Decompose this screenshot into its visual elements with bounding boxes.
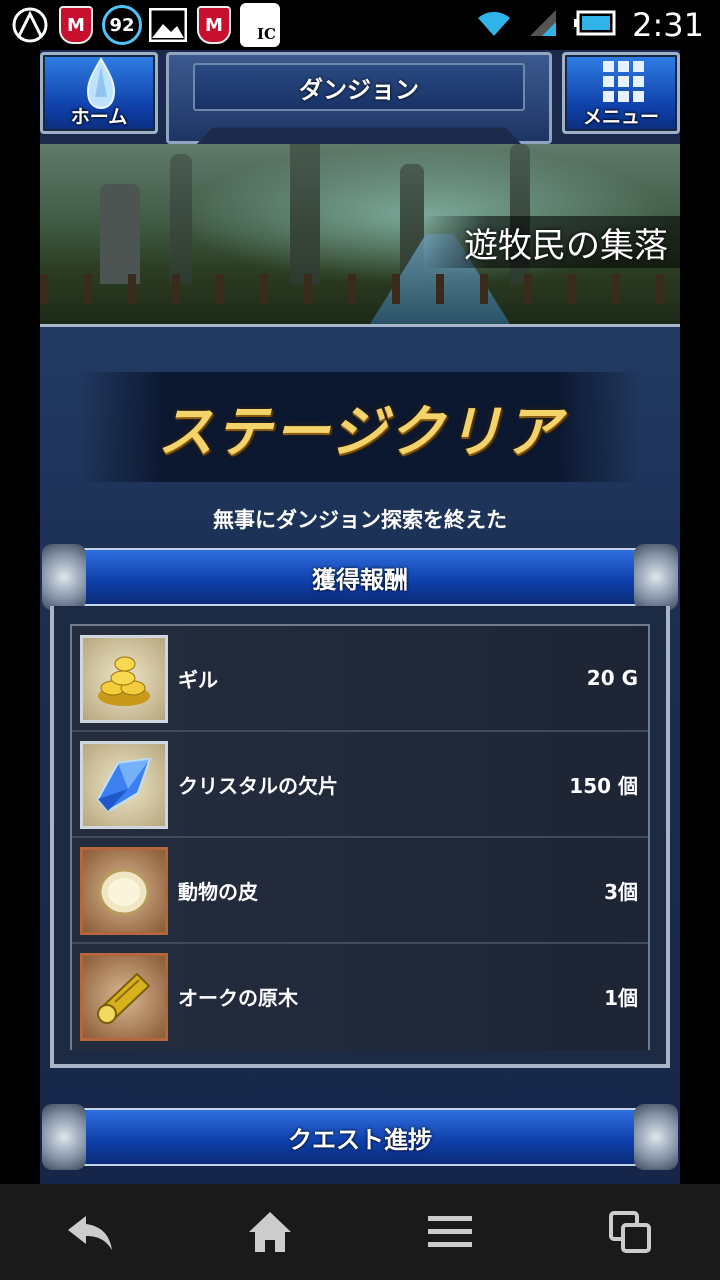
ornament-icon [634, 544, 678, 610]
reward-item-hide: 動物の皮 3個 [72, 838, 648, 944]
security-app-icon: M [56, 5, 96, 45]
battery-icon [574, 10, 616, 40]
ornament-icon [42, 544, 86, 610]
menu-button[interactable]: メニュー [562, 52, 680, 134]
home-icon [249, 1212, 291, 1252]
page-title: ダンジョン [193, 63, 525, 111]
letterbox-left [0, 50, 40, 1184]
game-screen: 遊牧民の集落 ホーム ダンジョン メニュー ステージクリア 無事にダンジョン探索… [40, 50, 680, 1184]
reward-quantity: 3個 [604, 879, 638, 904]
clock: 2:31 [632, 6, 704, 44]
hamburger-icon [428, 1216, 472, 1247]
app-logo-icon [10, 5, 50, 45]
quest-progress-header: クエスト進捗 [42, 1104, 678, 1170]
home-button[interactable]: ホーム [40, 52, 158, 134]
quest-header-label: クエスト進捗 [288, 1125, 432, 1154]
reward-name: オークの原木 [178, 985, 298, 1010]
clear-message: 無事にダンジョン探索を終えた [213, 508, 507, 532]
location-name: 遊牧民の集落 [424, 216, 680, 268]
recent-apps-button[interactable] [590, 1192, 670, 1272]
navigation-bar [0, 1184, 720, 1280]
reward-quantity: 1個 [604, 985, 638, 1010]
menu-nav-button[interactable] [410, 1192, 490, 1272]
battery-percent-icon: 92 [102, 5, 142, 45]
crystal-shard-icon [80, 741, 168, 829]
stage-clear-title: ステージクリア [157, 398, 563, 465]
ornament-icon [42, 1104, 86, 1170]
reward-quantity: 150 個 [569, 773, 638, 798]
oak-log-icon [80, 953, 168, 1041]
stage-clear-plate: ステージクリア [80, 372, 640, 482]
reward-item-oak-log: オークの原木 1個 [72, 944, 648, 1050]
signal-icon [528, 8, 558, 42]
letterbox-right [680, 50, 720, 1184]
grid-menu-icon [603, 61, 645, 107]
rewards-list: ギル 20 G クリスタルの欠片 150 個 動物の皮 3個 オークの原木 1個 [70, 624, 650, 1050]
ic-notification-icon: IC [240, 3, 280, 47]
reward-name: 動物の皮 [178, 879, 258, 904]
reward-item-gil: ギル 20 G [72, 626, 648, 732]
image-notification-icon [148, 5, 188, 45]
rewards-header-label: 獲得報酬 [312, 565, 408, 594]
back-arrow-icon [68, 1216, 112, 1250]
dungeon-banner: 遊牧民の集落 [40, 144, 680, 327]
reward-name: クリスタルの欠片 [178, 773, 338, 798]
reward-quantity: 20 G [586, 666, 638, 690]
security-app-icon: M [194, 5, 234, 45]
reward-item-crystal: クリスタルの欠片 150 個 [72, 732, 648, 838]
home-nav-button[interactable] [230, 1192, 310, 1272]
reward-name: ギル [178, 667, 218, 692]
back-button[interactable] [50, 1192, 130, 1272]
gil-coins-icon [80, 635, 168, 723]
status-bar: M 92 M IC 2:31 [0, 0, 720, 50]
title-plate: ダンジョン [166, 52, 552, 144]
wifi-icon [476, 8, 512, 42]
ornament-icon [634, 1104, 678, 1170]
animal-hide-icon [80, 847, 168, 935]
recent-apps-icon [609, 1211, 651, 1253]
rewards-header: 獲得報酬 [42, 544, 678, 610]
